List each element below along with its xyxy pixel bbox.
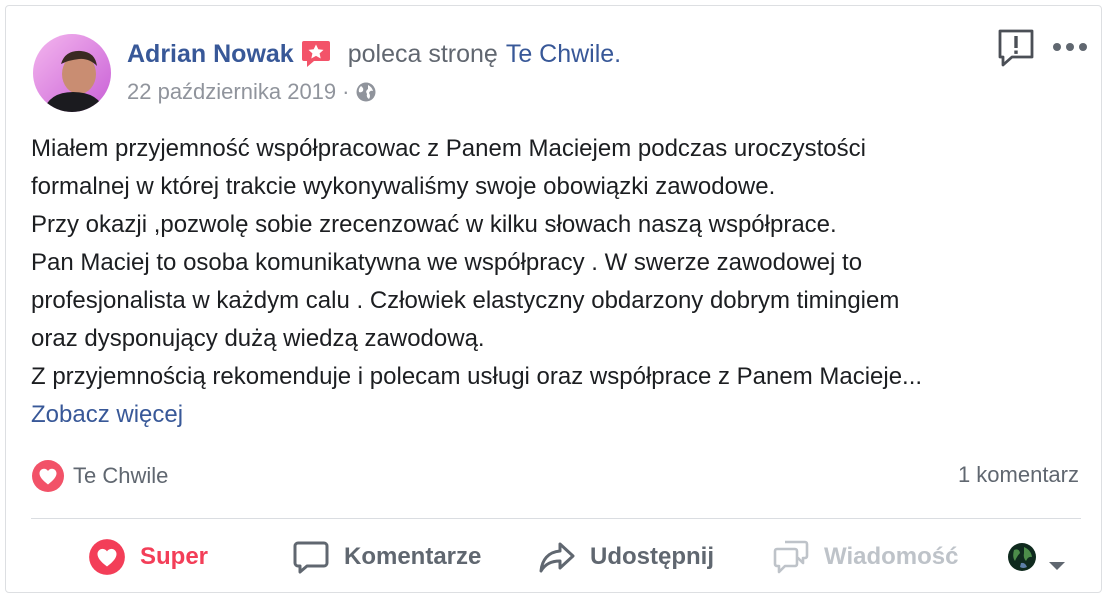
- post-header: Adrian Nowak poleca stronę Te Chwile.: [127, 36, 621, 72]
- post-text: Miałem przyjemność współpracowac z Panem…: [31, 130, 1091, 434]
- comment-icon: [292, 538, 330, 576]
- share-button[interactable]: Udostępnij: [538, 531, 714, 583]
- post-text-line: oraz dysponujący dużą wiedzą zawodową.: [31, 325, 485, 352]
- share-label: Udostępnij: [590, 543, 714, 570]
- comment-label: Komentarze: [344, 543, 482, 570]
- reactor-name[interactable]: Te Chwile: [73, 463, 168, 489]
- post-date[interactable]: 22 października 2019: [127, 79, 336, 105]
- message-icon: [772, 538, 810, 576]
- post-meta: 22 października 2019 ·: [127, 78, 377, 106]
- more-options-icon[interactable]: [1051, 35, 1093, 59]
- message-button[interactable]: Wiadomość: [772, 531, 958, 583]
- comment-button[interactable]: Komentarze: [292, 531, 481, 583]
- report-icon[interactable]: [994, 26, 1038, 70]
- audience-selector[interactable]: [1006, 531, 1066, 583]
- post-text-line: formalnej w której trakcie wykonywaliśmy…: [31, 173, 776, 200]
- post-card: Adrian Nowak poleca stronę Te Chwile. 22…: [5, 5, 1102, 593]
- comment-count[interactable]: 1 komentarz: [958, 462, 1079, 488]
- super-button[interactable]: Super: [88, 531, 208, 583]
- post-text-line: Pan Maciej to osoba komunikatywna we wsp…: [31, 249, 863, 276]
- post-text-line: Z przyjemnością rekomenduje i polecam us…: [31, 363, 923, 390]
- post-text-line: Przy okazji ,pozwolę sobie zrecenzować w…: [31, 211, 837, 238]
- heart-reaction-icon: [31, 459, 65, 493]
- chevron-down-icon: [1048, 551, 1066, 570]
- recommendation-icon: [300, 38, 332, 70]
- see-more-link[interactable]: Zobacz więcej: [31, 396, 1091, 434]
- action-bar: Super Komentarze Udostępnij Wiadomość: [6, 531, 1103, 583]
- recommends-text: poleca stronę: [347, 39, 498, 68]
- divider: [31, 518, 1081, 519]
- super-label: Super: [140, 543, 209, 570]
- message-label: Wiadomość: [824, 543, 959, 570]
- author-avatar[interactable]: [33, 34, 111, 112]
- heart-icon: [88, 538, 126, 576]
- page-name-link[interactable]: Te Chwile.: [506, 40, 621, 69]
- post-text-line: profesjonalista w każdym calu . Człowiek…: [31, 287, 900, 314]
- reactions-summary[interactable]: Te Chwile: [31, 456, 168, 496]
- share-icon: [538, 538, 576, 576]
- meta-separator: ·: [342, 79, 350, 104]
- post-text-line: Miałem przyjemność współpracowac z Panem…: [31, 135, 866, 162]
- globe-icon[interactable]: [355, 81, 377, 103]
- earth-icon: [1006, 541, 1038, 573]
- author-name[interactable]: Adrian Nowak: [127, 40, 294, 69]
